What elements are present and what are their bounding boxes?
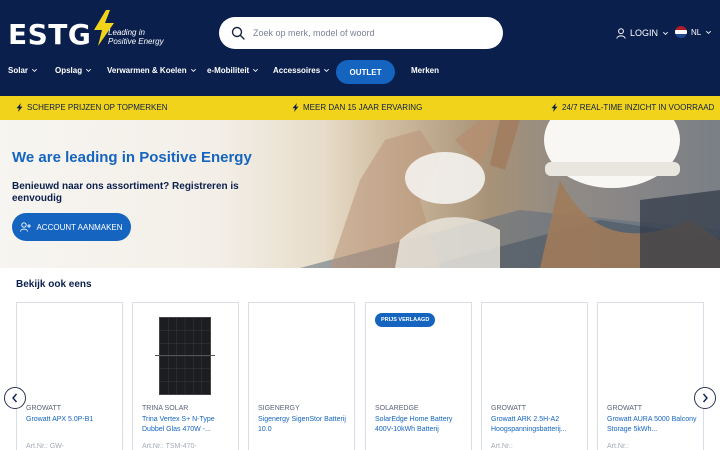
user-icon xyxy=(616,27,626,39)
product-card[interactable]: SIGENERGY Sigenergy SigenStor Batterij 1… xyxy=(248,302,355,450)
chevron-down-icon xyxy=(32,68,38,72)
nav-label: Verwarmen & Koelen xyxy=(107,66,187,75)
create-account-label: ACCOUNT AANMAKEN xyxy=(36,222,123,232)
usp-item: 24/7 REAL-TIME INZICHT IN VOORRAAD xyxy=(551,103,714,112)
chevron-down-icon xyxy=(324,68,330,72)
nav-item-verwarmen-koelen[interactable]: Verwarmen & Koelen xyxy=(107,66,197,75)
usp-item: SCHERPE PRIJZEN OP TOPMERKEN xyxy=(16,103,167,112)
bolt-icon xyxy=(292,103,299,112)
product-article-number: Art.Nr.: GW- xyxy=(26,443,64,450)
language-label: NL xyxy=(691,27,702,37)
product-brand: TRINA SOLAR xyxy=(142,405,189,412)
price-reduced-badge: PRIJS VERLAAGD xyxy=(375,313,436,327)
carousel-next-button[interactable] xyxy=(694,387,716,409)
product-card[interactable]: GROWATT Growatt AURA 5000 Balcony Storag… xyxy=(597,302,704,450)
search-input[interactable] xyxy=(253,24,493,42)
login-label: LOGIN xyxy=(630,28,659,38)
chevron-left-icon xyxy=(12,393,18,403)
create-account-button[interactable]: ACCOUNT AANMAKEN xyxy=(12,213,131,241)
product-card[interactable]: GROWATT Growatt APX 5.0P-B1 Art.Nr.: GW- xyxy=(16,302,123,450)
logo-tagline: Leading in Positive Energy xyxy=(108,28,164,46)
netherlands-flag-icon xyxy=(675,26,687,38)
product-article-number: Art.Nr.: xyxy=(607,443,629,450)
carousel-prev-button[interactable] xyxy=(4,387,26,409)
nav-item-accessoires[interactable]: Accessoires xyxy=(273,66,330,75)
product-card[interactable]: GROWATT Growatt ARK 2.5H-A2 Hoogspanning… xyxy=(481,302,588,450)
product-name[interactable]: Growatt AURA 5000 Balcony Storage 5kWh..… xyxy=(607,415,697,435)
nav-label: e-Mobiliteit xyxy=(207,66,250,75)
hero-title: We are leading in Positive Energy xyxy=(12,149,252,166)
usp-label: SCHERPE PRIJZEN OP TOPMERKEN xyxy=(27,103,168,112)
product-article-number: Art.Nr.: TSM-470- xyxy=(142,443,197,450)
usp-item: MEER DAN 15 JAAR ERVARING xyxy=(292,103,422,112)
product-card[interactable]: PRIJS VERLAAGD SOLAREDGE SolarEdge Home … xyxy=(365,302,472,450)
product-brand: SOLAREDGE xyxy=(375,405,419,412)
nav-label: Merken xyxy=(411,66,440,75)
chevron-down-icon xyxy=(706,30,712,34)
search-bar xyxy=(219,17,503,49)
chevron-down-icon xyxy=(190,68,196,72)
chevron-down-icon xyxy=(663,31,669,35)
language-selector[interactable]: NL xyxy=(675,25,712,39)
usp-label: MEER DAN 15 JAAR ERVARING xyxy=(303,103,423,112)
product-name[interactable]: Sigenergy SigenStor Batterij 10.0 xyxy=(258,415,348,435)
site-header: ESTG Leading in Positive Energy LOGIN NL… xyxy=(0,0,720,96)
chevron-down-icon xyxy=(86,68,92,72)
nav-item-e-mobiliteit[interactable]: e-Mobiliteit xyxy=(207,66,259,75)
product-card[interactable]: TRINA SOLAR Trina Vertex S+ N-Type Dubbe… xyxy=(132,302,239,450)
logo-text: ESTG xyxy=(8,18,92,51)
section-title: Bekijk ook eens xyxy=(16,279,92,290)
login-link[interactable]: LOGIN xyxy=(616,26,669,40)
chevron-right-icon xyxy=(702,393,708,403)
bolt-icon xyxy=(551,103,558,112)
product-name[interactable]: SolarEdge Home Battery 400V-10kWh Batter… xyxy=(375,415,465,435)
product-name[interactable]: Growatt APX 5.0P-B1 xyxy=(26,415,116,425)
nav-label: Solar xyxy=(8,66,29,75)
nav-item-solar[interactable]: Solar xyxy=(8,66,38,75)
product-name[interactable]: Growatt ARK 2.5H-A2 Hoogspanningsbatteri… xyxy=(491,415,581,435)
product-brand: GROWATT xyxy=(26,405,61,412)
panel-cable xyxy=(155,355,215,356)
nav-label: Accessoires xyxy=(273,66,321,75)
solar-panel-image xyxy=(159,317,211,395)
chevron-down-icon xyxy=(253,68,259,72)
product-brand: SIGENERGY xyxy=(258,405,300,412)
nav-item-merken[interactable]: Merken xyxy=(411,66,439,75)
nav-label: Opslag xyxy=(55,66,83,75)
logo[interactable]: ESTG Leading in Positive Energy xyxy=(8,10,168,54)
hero-subtitle: Benieuwd naar ons assortiment? Registrer… xyxy=(12,181,239,204)
product-brand: GROWATT xyxy=(607,405,642,412)
hero-banner: We are leading in Positive Energy Benieu… xyxy=(0,120,720,268)
outlet-button[interactable]: OUTLET xyxy=(336,60,395,84)
bolt-icon xyxy=(16,103,23,112)
nav-item-opslag[interactable]: Opslag xyxy=(55,66,92,75)
usp-bar: SCHERPE PRIJZEN OP TOPMERKEN MEER DAN 15… xyxy=(0,96,720,120)
add-user-icon xyxy=(20,222,32,232)
product-brand: GROWATT xyxy=(491,405,526,412)
product-name[interactable]: Trina Vertex S+ N-Type Dubbel Glas 470W … xyxy=(142,415,232,435)
usp-label: 24/7 REAL-TIME INZICHT IN VOORRAAD xyxy=(562,103,715,112)
product-article-number: Art.Nr.: xyxy=(491,443,513,450)
search-icon[interactable] xyxy=(231,26,245,40)
main-nav: Solar Opslag Verwarmen & Koelen e-Mobili… xyxy=(0,60,720,84)
